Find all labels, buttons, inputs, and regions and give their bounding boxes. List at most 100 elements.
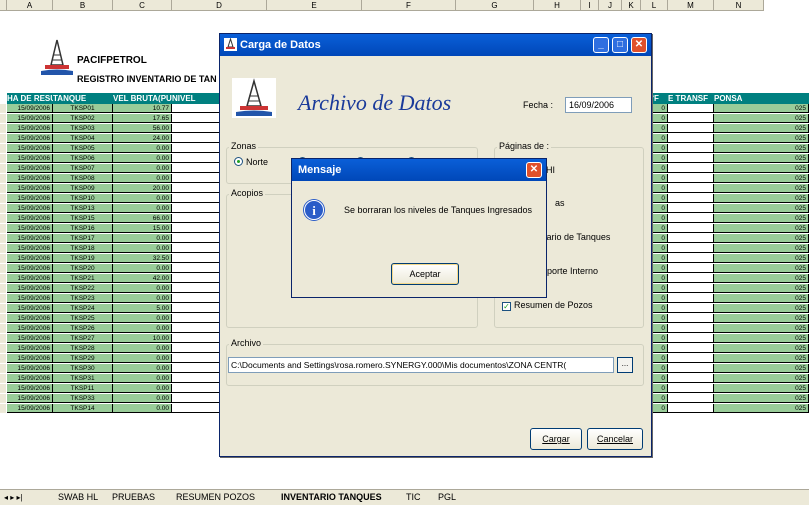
- table-cell[interactable]: 42.00: [113, 274, 172, 283]
- table-cell[interactable]: 15/09/2006: [7, 284, 53, 293]
- table-cell[interactable]: TKSP05: [53, 144, 113, 153]
- table-cell[interactable]: 15/09/2006: [7, 154, 53, 163]
- zona-radio-norte[interactable]: Norte: [234, 157, 268, 167]
- sheet-tab[interactable]: INVENTARIO TANQUES: [281, 490, 382, 505]
- table-cell[interactable]: 025: [714, 354, 809, 363]
- table-cell[interactable]: [668, 164, 714, 173]
- table-cell[interactable]: 0.00: [113, 344, 172, 353]
- minimize-button[interactable]: _: [593, 37, 609, 53]
- table-cell[interactable]: TKSP19: [53, 254, 113, 263]
- close-button[interactable]: ✕: [631, 37, 647, 53]
- table-cell[interactable]: [668, 174, 714, 183]
- table-cell[interactable]: 15.00: [113, 224, 172, 233]
- table-cell[interactable]: [668, 244, 714, 253]
- table-cell[interactable]: 025: [714, 374, 809, 383]
- table-cell[interactable]: [668, 264, 714, 273]
- table-cell[interactable]: 025: [714, 344, 809, 353]
- row-number[interactable]: [0, 394, 6, 403]
- table-cell[interactable]: 025: [714, 214, 809, 223]
- table-cell[interactable]: TKSP30: [53, 364, 113, 373]
- table-cell[interactable]: 15/09/2006: [7, 254, 53, 263]
- table-cell[interactable]: 15/09/2006: [7, 264, 53, 273]
- table-cell[interactable]: 025: [714, 324, 809, 333]
- table-cell[interactable]: 15/09/2006: [7, 124, 53, 133]
- browse-button[interactable]: ...: [617, 357, 633, 373]
- table-cell[interactable]: [668, 294, 714, 303]
- row-number[interactable]: [0, 184, 6, 193]
- sheet-tab[interactable]: PRUEBAS: [112, 490, 155, 505]
- table-cell[interactable]: 025: [714, 174, 809, 183]
- mensaje-title[interactable]: Mensaje: [292, 159, 546, 181]
- table-cell[interactable]: [668, 344, 714, 353]
- pagina-checkbox[interactable]: porte Interno: [547, 266, 598, 276]
- table-cell[interactable]: 15/09/2006: [7, 354, 53, 363]
- table-cell[interactable]: [668, 214, 714, 223]
- table-cell[interactable]: 15/09/2006: [7, 304, 53, 313]
- table-cell[interactable]: 0.00: [113, 174, 172, 183]
- table-cell[interactable]: 32.50: [113, 254, 172, 263]
- table-cell[interactable]: TKSP17: [53, 234, 113, 243]
- table-cell[interactable]: TKSP09: [53, 184, 113, 193]
- table-cell[interactable]: 025: [714, 284, 809, 293]
- row-number[interactable]: [0, 124, 6, 133]
- table-cell[interactable]: 025: [714, 124, 809, 133]
- table-cell[interactable]: 025: [714, 234, 809, 243]
- pagina-checkbox[interactable]: as: [555, 198, 565, 208]
- table-cell[interactable]: 15/09/2006: [7, 374, 53, 383]
- sheet-tab[interactable]: SWAB HL: [58, 490, 98, 505]
- table-cell[interactable]: [668, 374, 714, 383]
- table-cell[interactable]: 15/09/2006: [7, 234, 53, 243]
- column-header[interactable]: L: [641, 0, 668, 11]
- table-cell[interactable]: TKSP25: [53, 314, 113, 323]
- table-cell[interactable]: TKSP15: [53, 214, 113, 223]
- table-cell[interactable]: 025: [714, 134, 809, 143]
- row-number[interactable]: [0, 174, 6, 183]
- table-cell[interactable]: TKSP16: [53, 224, 113, 233]
- table-cell[interactable]: 15/09/2006: [7, 394, 53, 403]
- table-cell[interactable]: 15/09/2006: [7, 174, 53, 183]
- table-cell[interactable]: 15/09/2006: [7, 184, 53, 193]
- table-cell[interactable]: 15/09/2006: [7, 364, 53, 373]
- table-cell[interactable]: 0.00: [113, 284, 172, 293]
- table-cell[interactable]: [668, 194, 714, 203]
- table-cell[interactable]: [668, 104, 714, 113]
- row-number[interactable]: [0, 334, 6, 343]
- table-cell[interactable]: 10.77: [113, 104, 172, 113]
- table-cell[interactable]: 0.00: [113, 194, 172, 203]
- sheet-tab[interactable]: TIC: [406, 490, 421, 505]
- column-header[interactable]: J: [599, 0, 622, 11]
- table-cell[interactable]: [668, 284, 714, 293]
- column-header[interactable]: N: [714, 0, 764, 11]
- table-cell[interactable]: 025: [714, 104, 809, 113]
- row-number[interactable]: [0, 304, 6, 313]
- table-cell[interactable]: 15/09/2006: [7, 384, 53, 393]
- table-cell[interactable]: TKSP07: [53, 164, 113, 173]
- table-cell[interactable]: [668, 254, 714, 263]
- cargar-button[interactable]: Cargar: [530, 428, 582, 450]
- row-number[interactable]: [0, 214, 6, 223]
- pagina-checkbox[interactable]: ✓ Resumen de Pozos: [502, 300, 593, 311]
- table-cell[interactable]: 025: [714, 334, 809, 343]
- table-cell[interactable]: 15/09/2006: [7, 294, 53, 303]
- table-cell[interactable]: 025: [714, 194, 809, 203]
- archivo-path-input[interactable]: C:\Documents and Settings\rosa.romero.SY…: [228, 357, 614, 373]
- sheet-tab[interactable]: PGL: [438, 490, 456, 505]
- table-cell[interactable]: TKSP13: [53, 204, 113, 213]
- table-cell[interactable]: 0.00: [113, 154, 172, 163]
- row-number[interactable]: [0, 194, 6, 203]
- sheet-tab[interactable]: RESUMEN POZOS: [176, 490, 255, 505]
- table-cell[interactable]: 025: [714, 224, 809, 233]
- table-cell[interactable]: 025: [714, 184, 809, 193]
- table-cell[interactable]: 15/09/2006: [7, 144, 53, 153]
- table-cell[interactable]: 025: [714, 304, 809, 313]
- row-number[interactable]: [0, 104, 6, 113]
- table-cell[interactable]: [668, 394, 714, 403]
- row-number[interactable]: [0, 254, 6, 263]
- table-cell[interactable]: 0.00: [113, 164, 172, 173]
- pagina-checkbox[interactable]: tario de Tanques: [544, 232, 610, 242]
- table-cell[interactable]: TKSP22: [53, 284, 113, 293]
- table-cell[interactable]: 0.00: [113, 364, 172, 373]
- row-number[interactable]: [0, 384, 6, 393]
- table-cell[interactable]: 025: [714, 264, 809, 273]
- table-cell[interactable]: 5.00: [113, 304, 172, 313]
